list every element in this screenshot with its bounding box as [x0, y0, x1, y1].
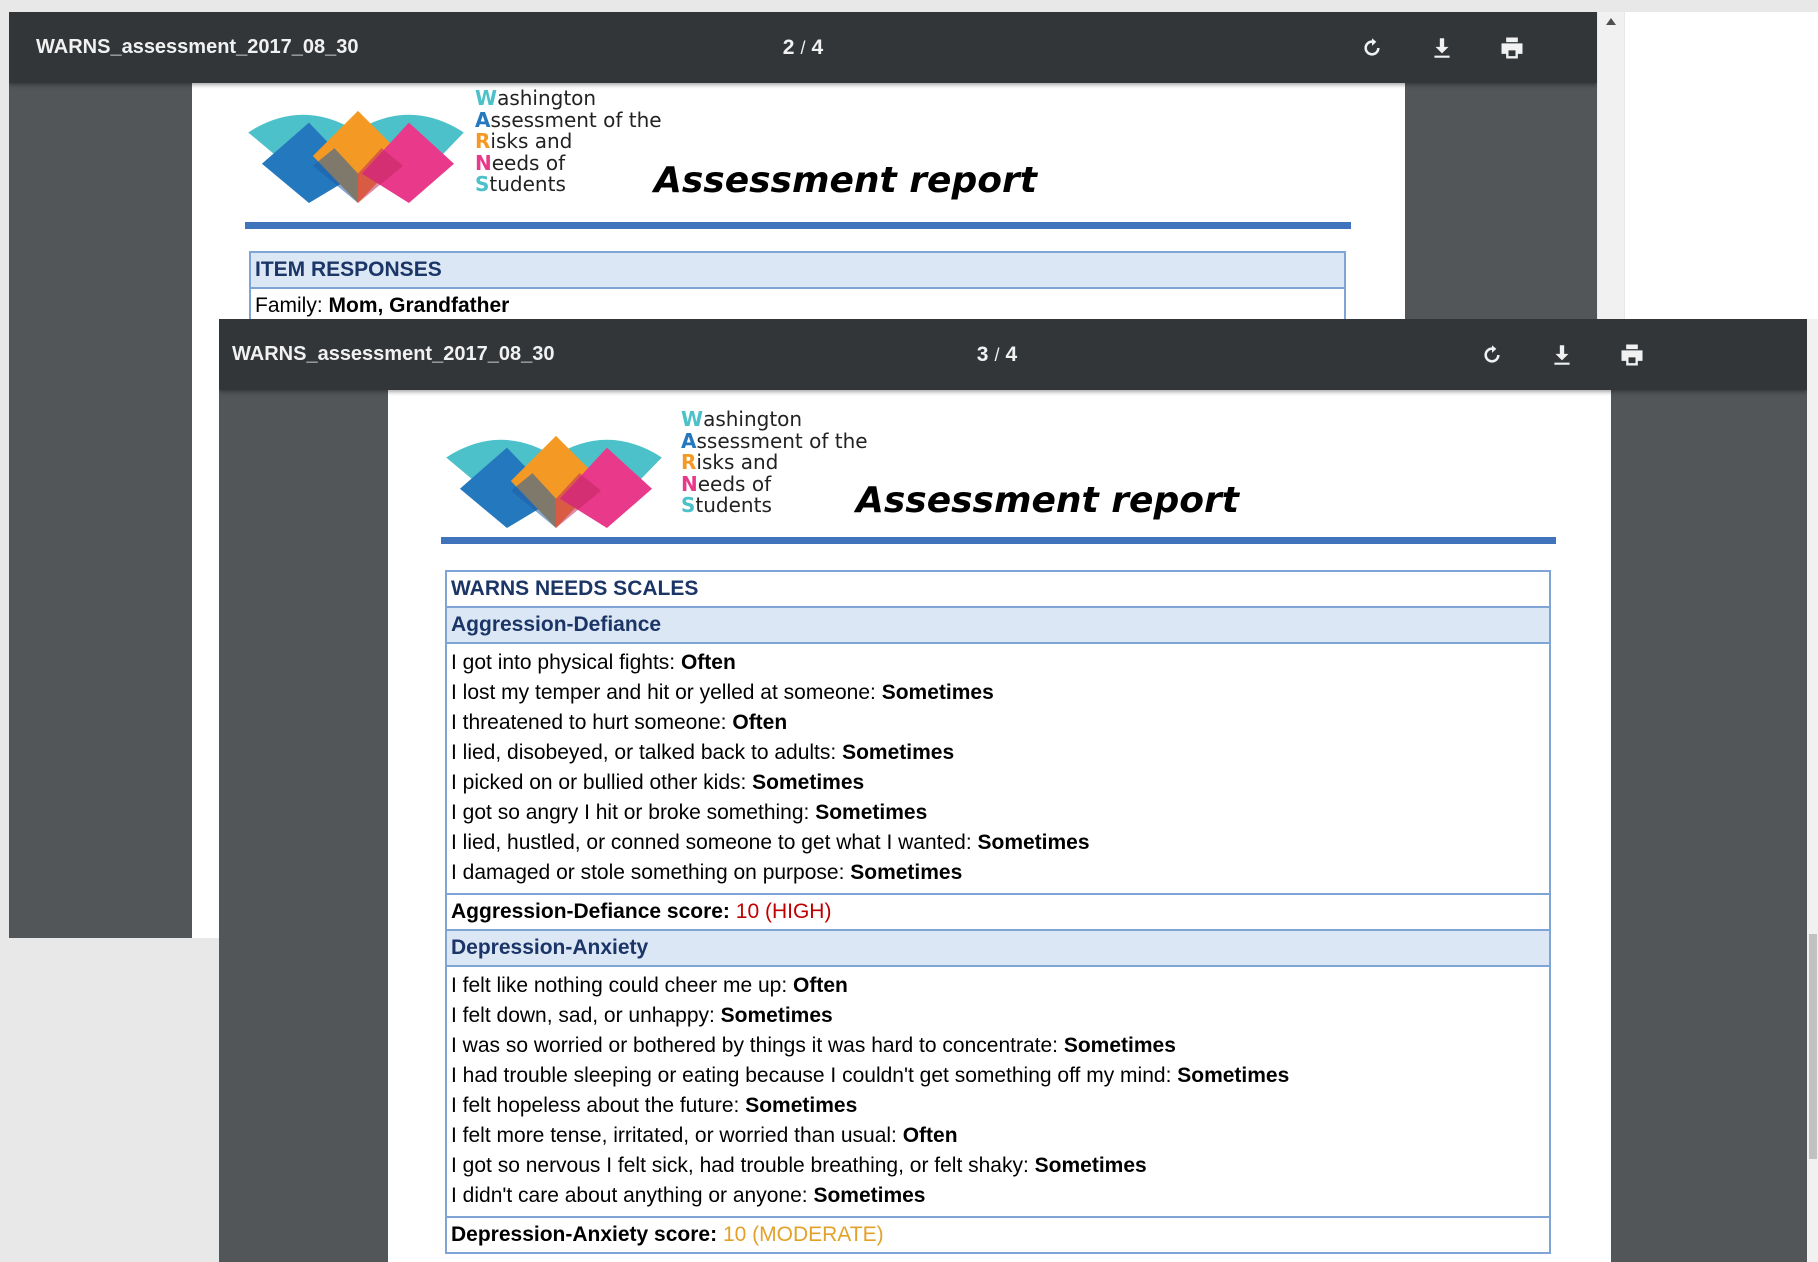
score-value-moderate: 10 (MODERATE) — [722, 1223, 884, 1246]
browser-top-strip — [0, 0, 1818, 12]
report-title: Assessment report — [654, 160, 1037, 201]
scale-score-depression-anxiety: Depression-Anxiety score: 10 (MODERATE) — [447, 1218, 1549, 1254]
header-rule — [245, 222, 1351, 229]
score-label: Aggression-Defiance score: — [451, 900, 736, 923]
header-rule — [441, 537, 1556, 544]
item-response: I felt like nothing could cheer me up: O… — [451, 974, 848, 997]
item-response: I threatened to hurt someone: Often — [451, 711, 788, 734]
print-icon[interactable] — [1497, 33, 1527, 63]
family-label: Family: — [255, 294, 329, 317]
download-icon[interactable] — [1427, 33, 1457, 63]
warns-logo-icon — [247, 105, 465, 203]
item-response: I didn't care about anything or anyone: … — [451, 1184, 926, 1207]
print-icon[interactable] — [1617, 340, 1647, 370]
current-page-number[interactable]: 2 — [783, 36, 795, 59]
warns-logo-icon — [445, 430, 663, 528]
current-page-number[interactable]: 3 — [977, 343, 989, 366]
window-scrollbar-front[interactable] — [1807, 319, 1818, 1262]
item-response: I was so worried or bothered by things i… — [451, 1034, 1176, 1057]
item-response: I got so angry I hit or broke something:… — [451, 801, 928, 824]
pdf-page: Washington Assessment of the Risks and N… — [388, 390, 1611, 1262]
item-response: I felt down, sad, or unhappy: Sometimes — [451, 1004, 833, 1027]
item-response: I had trouble sleeping or eating because… — [451, 1064, 1290, 1087]
scale-items-depression-anxiety: I felt like nothing could cheer me up: O… — [447, 967, 1549, 1218]
needs-scales-table: WARNS NEEDS SCALES Aggression-Defiance I… — [445, 570, 1551, 1254]
pdf-viewer-page-3: WARNS_assessment_2017_08_30 3/4 Washingt… — [219, 319, 1807, 1262]
score-label: Depression-Anxiety score: — [451, 1223, 723, 1246]
scrollbar-thumb[interactable] — [1809, 934, 1817, 1159]
scale-score-aggression-defiance: Aggression-Defiance score: 10 (HIGH) — [447, 895, 1549, 931]
rotate-icon[interactable] — [1477, 340, 1507, 370]
item-response: I got into physical fights: Often — [451, 651, 736, 674]
item-response: I picked on or bullied other kids: Somet… — [451, 771, 865, 794]
item-response: I got so nervous I felt sick, had troubl… — [451, 1154, 1147, 1177]
section-header: WARNS NEEDS SCALES — [447, 572, 1549, 608]
item-response: I lied, disobeyed, or talked back to adu… — [451, 741, 955, 764]
scroll-up-arrow-icon[interactable] — [1606, 18, 1616, 25]
background-window-area — [1625, 12, 1818, 322]
item-responses-table: ITEM RESPONSES Family: Mom, Grandfather — [249, 251, 1346, 325]
logo-wordmark: Washington Assessment of the Risks and N… — [681, 407, 868, 517]
item-response: I lied, hustled, or conned someone to ge… — [451, 831, 1090, 854]
scale-items-aggression-defiance: I got into physical fights: Often I lost… — [447, 644, 1549, 895]
score-value-high: 10 (HIGH) — [735, 900, 832, 923]
scale-header-depression-anxiety: Depression-Anxiety — [447, 931, 1549, 967]
download-icon[interactable] — [1547, 340, 1577, 370]
rotate-icon[interactable] — [1357, 33, 1387, 63]
total-pages: 4 — [1005, 343, 1018, 366]
report-title: Assessment report — [856, 480, 1239, 521]
total-pages: 4 — [811, 36, 824, 59]
item-response: I felt more tense, irritated, or worried… — [451, 1124, 958, 1147]
item-response: I damaged or stole something on purpose:… — [451, 861, 963, 884]
viewer-toolbar: WARNS_assessment_2017_08_30 2/4 — [9, 12, 1597, 83]
logo-wordmark: Washington Assessment of the Risks and N… — [475, 86, 662, 196]
section-header: ITEM RESPONSES — [251, 253, 1344, 289]
window-scrollbar-back[interactable] — [1598, 12, 1624, 322]
family-value: Mom, Grandfather — [328, 294, 510, 317]
item-response: I felt hopeless about the future: Someti… — [451, 1094, 858, 1117]
scale-header-aggression-defiance: Aggression-Defiance — [447, 608, 1549, 644]
viewer-toolbar: WARNS_assessment_2017_08_30 3/4 — [219, 319, 1807, 390]
item-response: I lost my temper and hit or yelled at so… — [451, 681, 994, 704]
